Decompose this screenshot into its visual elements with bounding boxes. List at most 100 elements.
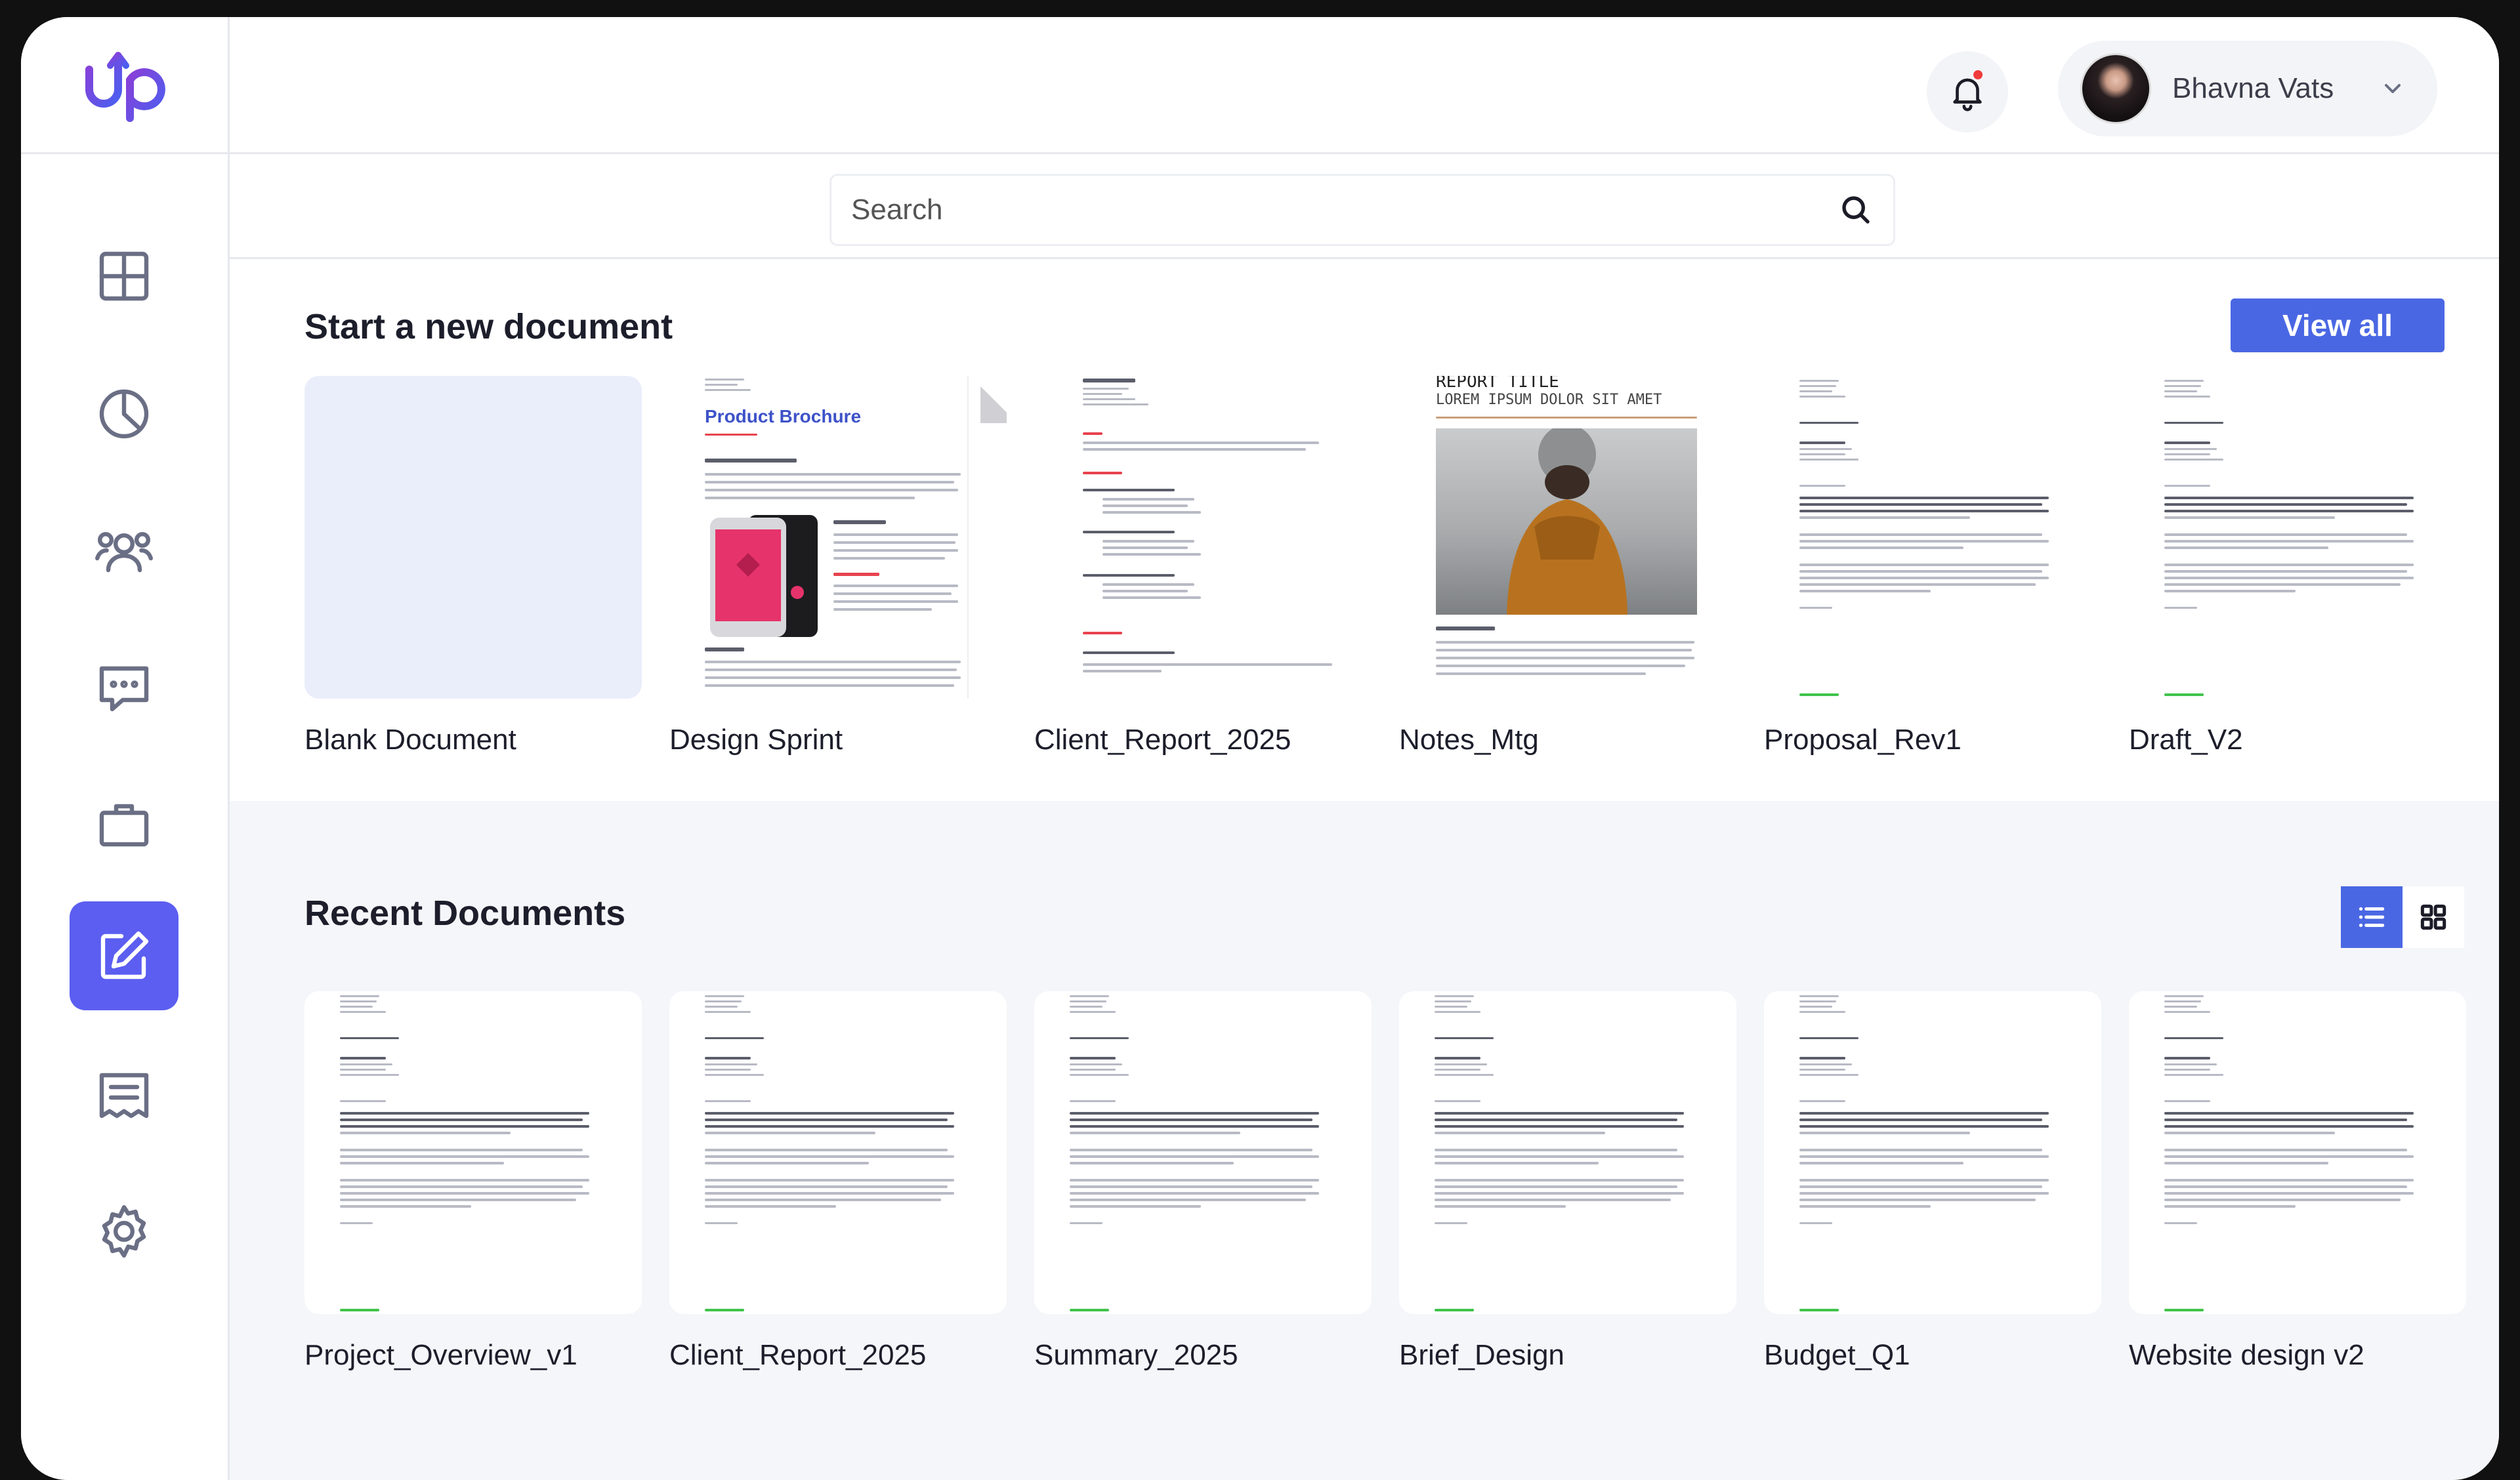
- preview-line: [705, 1309, 744, 1311]
- sidebar-item-analytics[interactable]: [70, 360, 178, 468]
- preview-line: [2164, 1011, 2210, 1013]
- preview-line: [2164, 1006, 2197, 1008]
- gear-icon: [102, 1205, 146, 1258]
- preview-line: [1799, 995, 1839, 997]
- document-thumbnail[interactable]: [669, 991, 1007, 1314]
- preview-line: [1799, 1205, 1931, 1208]
- template-thumbnail[interactable]: REPORT TITLE LOREM IPSUM DOLOR SIT AMET: [1399, 376, 1736, 699]
- preview-line: [340, 1205, 471, 1208]
- avatar: [2080, 53, 2151, 124]
- document-preview: [1070, 991, 1336, 1314]
- notification-button[interactable]: [1927, 51, 2008, 133]
- preview-line: [340, 1037, 399, 1039]
- preview-line: [1799, 1011, 1845, 1013]
- chat-icon: [99, 666, 149, 712]
- recent-document-card[interactable]: Summary_2025: [1034, 991, 1372, 1371]
- template-card-draft[interactable]: Draft_V2: [2129, 376, 2466, 756]
- template-card-proposal[interactable]: Proposal_Rev1: [1764, 376, 2101, 756]
- preview-line: [1799, 1309, 1839, 1311]
- chevron-down-icon[interactable]: [2380, 75, 2406, 102]
- preview-line: [1799, 1063, 1852, 1065]
- preview-line: [340, 1155, 589, 1158]
- preview-line: [1799, 1006, 1832, 1008]
- preview-line: [1070, 1132, 1240, 1134]
- preview-line: [1435, 1100, 1480, 1102]
- template-card-design-sprint[interactable]: Product Brochure Design Sprint: [669, 376, 1007, 756]
- preview-line: [340, 1006, 373, 1008]
- sidebar-item-messages[interactable]: [70, 634, 178, 743]
- recent-document-card[interactable]: Website design v2: [2129, 991, 2466, 1371]
- preview-subheading: LOREM IPSUM DOLOR SIT AMET: [1436, 392, 1662, 408]
- preview-line: [705, 1011, 751, 1013]
- new-document-section: Start a new document View all Blank Docu…: [230, 259, 2499, 801]
- edit-icon: [100, 931, 149, 979]
- preview-line: [2164, 1149, 2407, 1151]
- sidebar-item-reports[interactable]: [70, 1040, 178, 1149]
- preview-line: [705, 1119, 948, 1121]
- document-thumbnail[interactable]: [1034, 991, 1372, 1314]
- preview-line: [2164, 1112, 2414, 1115]
- document-thumbnail[interactable]: [2129, 991, 2466, 1314]
- preview-line: [340, 1149, 583, 1151]
- preview-line: [1435, 1074, 1494, 1076]
- app-window: Bhavna Vats Start a new document View al…: [21, 17, 2499, 1480]
- preview-line: [705, 1063, 757, 1065]
- sidebar-item-team[interactable]: [70, 497, 178, 606]
- view-all-button[interactable]: View all: [2231, 298, 2445, 352]
- briefcase-icon: [99, 804, 149, 847]
- search-icon[interactable]: [1838, 192, 1874, 228]
- sidebar-item-documents[interactable]: [70, 901, 178, 1010]
- template-thumbnail[interactable]: [1034, 376, 1372, 699]
- section-title: Start a new document: [304, 307, 673, 346]
- preview-line: [340, 1199, 576, 1201]
- document-thumbnail[interactable]: [1764, 991, 2101, 1314]
- preview-line: [1799, 1149, 2042, 1151]
- preview-line: [1070, 1309, 1109, 1311]
- recent-document-card[interactable]: Client_Report_2025: [669, 991, 1007, 1371]
- recent-document-card[interactable]: Brief_Design: [1399, 991, 1736, 1371]
- template-card-notes-mtg[interactable]: REPORT TITLE LOREM IPSUM DOLOR SIT AMET: [1399, 376, 1736, 756]
- preview-line: [2164, 1185, 2407, 1188]
- list-view-button[interactable]: [2341, 886, 2403, 948]
- recent-document-card[interactable]: Budget_Q1: [1764, 991, 2101, 1371]
- recent-document-card[interactable]: Project_Overview_v1: [304, 991, 642, 1371]
- preview-line: [1435, 1179, 1684, 1182]
- preview-line: [340, 1074, 399, 1076]
- preview-line: [2164, 1199, 2401, 1201]
- pie-chart-icon: [99, 389, 149, 439]
- document-thumbnail[interactable]: [304, 991, 642, 1314]
- search-input[interactable]: [851, 194, 1838, 226]
- preview-line: [2164, 1309, 2204, 1311]
- document-label: Client_Report_2025: [669, 1339, 927, 1371]
- template-thumbnail[interactable]: [2129, 376, 2466, 699]
- preview-line: [2164, 1162, 2328, 1164]
- sidebar-item-projects[interactable]: [70, 770, 178, 879]
- preview-line: [1435, 1155, 1684, 1158]
- preview-line: [1435, 1000, 1471, 1002]
- preview-line: [1799, 1162, 1964, 1164]
- preview-line: [705, 1155, 954, 1158]
- document-label: Budget_Q1: [1764, 1339, 1910, 1371]
- document-thumbnail[interactable]: [1399, 991, 1736, 1314]
- preview-line: [705, 1149, 948, 1151]
- template-thumbnail[interactable]: [1764, 376, 2101, 699]
- sidebar-item-dashboard[interactable]: [70, 222, 178, 331]
- sidebar-item-settings[interactable]: [70, 1177, 178, 1286]
- template-card-client-report[interactable]: Client_Report_2025: [1034, 376, 1372, 756]
- preview-line: [2164, 1119, 2407, 1121]
- preview-line: [705, 995, 744, 997]
- template-thumbnail[interactable]: [304, 376, 642, 699]
- template-card-blank[interactable]: Blank Document: [304, 376, 642, 756]
- grid-view-button[interactable]: [2403, 886, 2464, 948]
- template-thumbnail[interactable]: Product Brochure: [669, 376, 1007, 699]
- user-menu[interactable]: Bhavna Vats: [2058, 41, 2437, 136]
- preview-line: [1435, 1199, 1671, 1201]
- app-logo[interactable]: [80, 46, 172, 125]
- preview-line: [1070, 1162, 1234, 1164]
- preview-line: [1070, 1179, 1319, 1182]
- users-icon: [95, 532, 153, 573]
- preview-line: [2164, 1222, 2197, 1224]
- preview-line: [1070, 1222, 1102, 1224]
- preview-line: [2164, 1205, 2296, 1208]
- preview-line: [2164, 1074, 2223, 1076]
